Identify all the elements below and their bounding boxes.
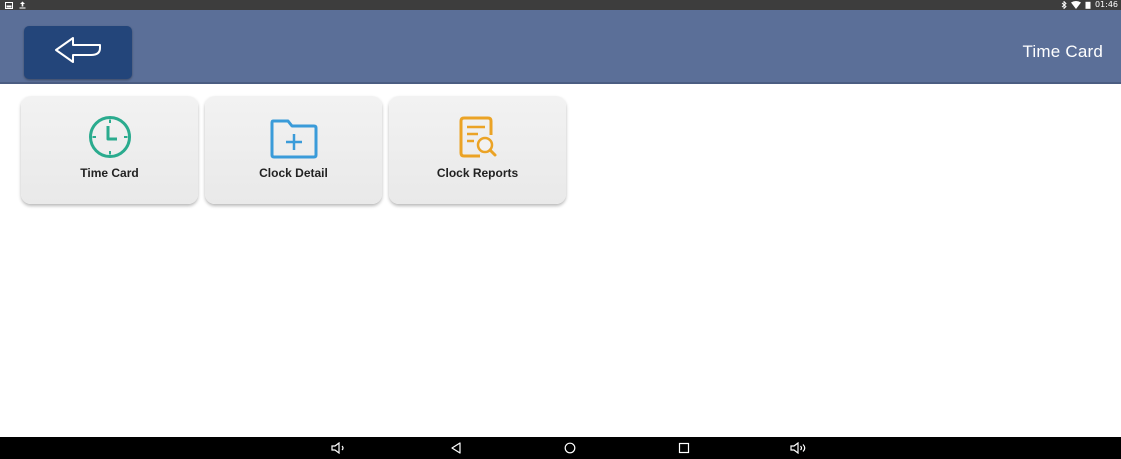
- clock-reports-label: Clock Reports: [436, 166, 519, 180]
- recents-square-icon[interactable]: [675, 440, 693, 456]
- wifi-icon: [1070, 1, 1081, 9]
- app-bar: Time Card: [0, 10, 1121, 84]
- gallery-notification-icon: [5, 1, 13, 9]
- clock-icon: [85, 114, 135, 160]
- volume-up-icon[interactable]: [790, 440, 808, 456]
- time-card-tile[interactable]: Time Card: [21, 96, 198, 204]
- clock-detail-label: Clock Detail: [259, 166, 328, 180]
- home-circle-icon[interactable]: [561, 440, 579, 456]
- clock-reports-tile[interactable]: Clock Reports: [389, 96, 566, 204]
- navigation-bar: [0, 437, 1121, 459]
- time-card-label: Time Card: [80, 166, 139, 180]
- clock-time: 01:46: [1094, 0, 1118, 9]
- upload-notification-icon: [19, 1, 26, 9]
- back-arrow-icon: [53, 35, 103, 70]
- bluetooth-icon: [1061, 1, 1067, 9]
- clock-detail-tile[interactable]: Clock Detail: [205, 96, 382, 204]
- report-search-icon: [453, 114, 503, 160]
- status-right-icons: 01:46: [1061, 0, 1118, 10]
- folder-add-icon: [269, 114, 319, 160]
- status-bar: 01:46: [0, 0, 1121, 10]
- battery-icon: [1085, 1, 1091, 9]
- back-triangle-icon[interactable]: [447, 440, 465, 456]
- status-left-icons: [5, 0, 26, 10]
- page-title: Time Card: [1022, 42, 1103, 61]
- volume-down-icon[interactable]: [330, 440, 348, 456]
- back-button[interactable]: [24, 26, 132, 79]
